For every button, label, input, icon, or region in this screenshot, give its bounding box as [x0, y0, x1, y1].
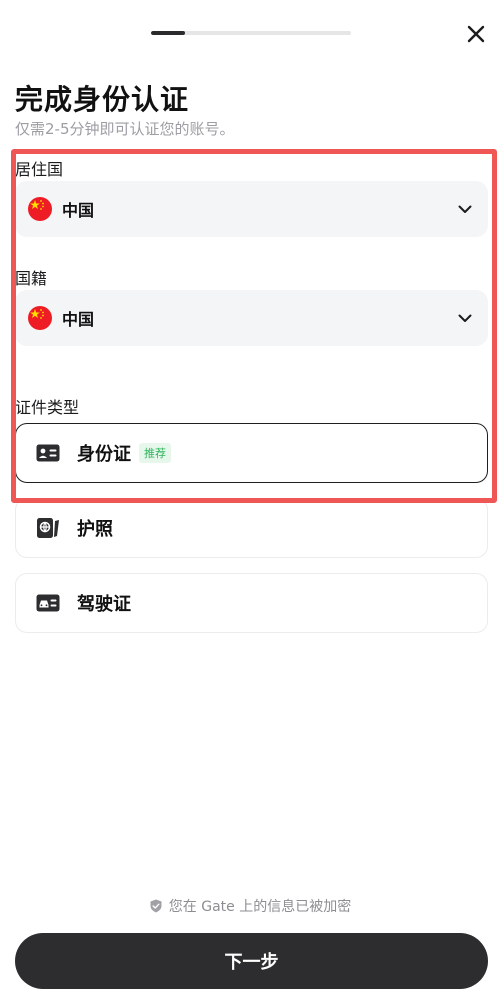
page-subtitle: 仅需2-5分钟即可认证您的账号。: [15, 120, 235, 138]
residence-select[interactable]: 中国: [15, 181, 488, 237]
progress-bar-fill: [151, 31, 185, 35]
china-flag-icon: [28, 306, 52, 330]
nationality-value: 中国: [62, 310, 95, 329]
residence-value: 中国: [62, 201, 95, 220]
progress-bar: [151, 31, 351, 35]
document-option-label: 护照: [77, 519, 113, 540]
passport-icon: [35, 517, 61, 539]
nationality-label: 国籍: [15, 269, 48, 288]
document-option-label: 驾驶证: [77, 594, 131, 615]
china-flag-icon: [28, 197, 52, 221]
chevron-down-icon: [458, 205, 472, 213]
document-option-passport[interactable]: 护照: [15, 498, 488, 558]
shield-check-icon: [150, 899, 162, 913]
document-option-id-card[interactable]: 身份证 推荐: [15, 423, 488, 483]
driver-license-icon: [35, 592, 61, 614]
next-button[interactable]: 下一步: [15, 933, 488, 989]
recommended-badge: 推荐: [139, 443, 171, 463]
close-button[interactable]: [462, 20, 490, 48]
close-icon: [467, 25, 485, 43]
nationality-select[interactable]: 中国: [15, 290, 488, 346]
document-type-label: 证件类型: [15, 398, 80, 417]
residence-label: 居住国: [15, 160, 64, 179]
id-card-icon: [35, 442, 61, 464]
document-option-driver-license[interactable]: 驾驶证: [15, 573, 488, 633]
security-note: 您在 Gate 上的信息已被加密: [0, 896, 500, 916]
chevron-down-icon: [458, 314, 472, 322]
kyc-page: 完成身份认证 仅需2-5分钟即可认证您的账号。 居住国 中国 国籍 中国 证件类…: [0, 0, 500, 1008]
security-note-text: 您在 Gate 上的信息已被加密: [168, 899, 352, 915]
page-title: 完成身份认证: [15, 83, 190, 116]
document-option-label: 身份证: [77, 444, 131, 465]
